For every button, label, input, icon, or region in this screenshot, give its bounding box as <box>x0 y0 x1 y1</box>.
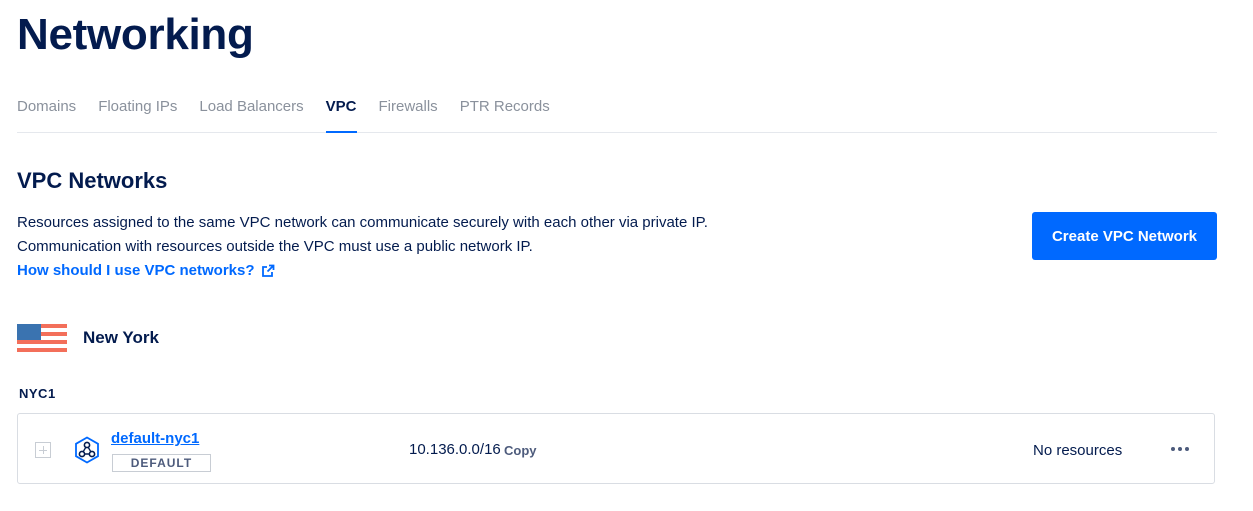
datacenter-label: NYC1 <box>19 386 56 401</box>
section-title: VPC Networks <box>17 168 168 193</box>
tab-ptr-records[interactable]: PTR Records <box>460 90 550 123</box>
help-link-label: How should I use VPC networks? <box>17 262 255 279</box>
tab-floating-ips[interactable]: Floating IPs <box>98 90 177 123</box>
vpc-name-link[interactable]: default-nyc1 <box>111 430 199 447</box>
tab-load-balancers[interactable]: Load Balancers <box>199 90 303 123</box>
external-link-icon <box>261 264 274 277</box>
tab-bar: Domains Floating IPs Load Balancers VPC … <box>17 90 1217 133</box>
vpc-network-icon <box>75 436 99 464</box>
copy-button[interactable]: Copy <box>504 443 537 458</box>
page-title: Networking <box>17 10 254 59</box>
resources-status: No resources <box>1033 442 1123 459</box>
description-line-1: Resources assigned to the same VPC netwo… <box>17 214 708 231</box>
description-line-2: Communication with resources outside the… <box>17 238 533 255</box>
tab-vpc[interactable]: VPC <box>325 90 357 133</box>
vpc-row: default-nyc1 DEFAULT 10.136.0.0/16 Copy … <box>17 413 1215 484</box>
expand-icon[interactable] <box>35 442 51 458</box>
more-options-icon[interactable] <box>1168 440 1192 458</box>
ip-range: 10.136.0.0/16 <box>409 441 501 458</box>
create-vpc-network-button[interactable]: Create VPC Network <box>1032 212 1217 260</box>
help-link[interactable]: How should I use VPC networks? <box>17 262 275 279</box>
region-name: New York <box>83 328 159 347</box>
us-flag-icon <box>17 324 67 352</box>
default-badge: DEFAULT <box>112 454 211 472</box>
tab-domains[interactable]: Domains <box>17 90 76 123</box>
tab-firewalls[interactable]: Firewalls <box>379 90 438 123</box>
